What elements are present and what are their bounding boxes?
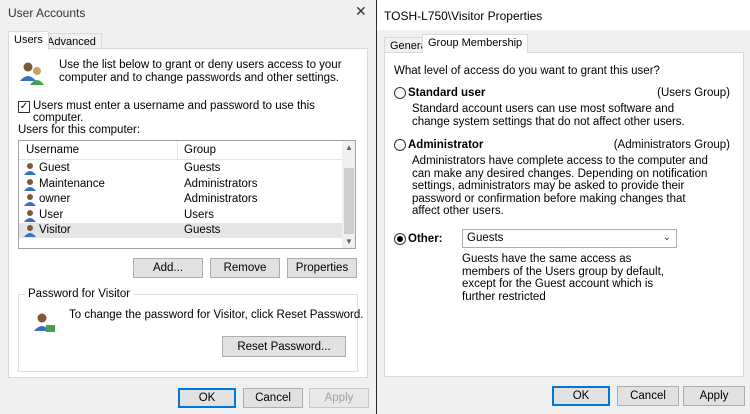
- password-group-label: Password for Visitor: [25, 288, 134, 300]
- scroll-down-icon[interactable]: ▼: [345, 237, 353, 246]
- row-group: Users: [184, 208, 215, 221]
- table-row[interactable]: Guest Guests: [19, 161, 342, 176]
- access-question: What level of access do you want to gran…: [394, 65, 660, 77]
- apply-button[interactable]: Apply: [683, 386, 745, 406]
- administrator-radio[interactable]: [394, 139, 406, 151]
- remove-button[interactable]: Remove: [210, 258, 280, 278]
- other-radio[interactable]: [394, 233, 406, 245]
- users-tab-panel: Use the list below to grant or deny user…: [8, 48, 368, 378]
- column-divider: [177, 141, 178, 160]
- must-login-label: Users must enter a username and password…: [33, 100, 315, 124]
- administrator-group: (Administrators Group): [613, 139, 730, 151]
- table-body: Guest Guests Maintenance Administrators owne…: [19, 161, 342, 248]
- must-login-checkbox[interactable]: ✓: [18, 101, 30, 113]
- user-icon: [24, 194, 36, 206]
- properties-button[interactable]: Properties: [287, 258, 357, 278]
- password-groupbox: [18, 294, 358, 372]
- password-text: To change the password for Visitor, clic…: [69, 309, 364, 321]
- tab-group-membership[interactable]: Group Membership: [422, 34, 529, 53]
- user-icon: [24, 163, 36, 175]
- user-icon: [24, 225, 36, 237]
- other-description: Guests have the same access as members o…: [462, 253, 664, 303]
- users-list-label: Users for this computer:: [18, 124, 141, 136]
- standard-user-radio[interactable]: [394, 87, 406, 99]
- group-membership-panel: What level of access do you want to gran…: [384, 52, 744, 377]
- administrator-label: Administrator: [408, 139, 484, 151]
- add-button[interactable]: Add...: [133, 258, 203, 278]
- user-key-icon: [34, 313, 55, 332]
- column-header-username[interactable]: Username: [26, 144, 79, 156]
- user-icon: [24, 178, 36, 191]
- vertical-scrollbar[interactable]: ▲ ▼: [342, 141, 355, 248]
- user-accounts-window: User Accounts ✕ Users Advanced Use the l…: [0, 0, 376, 414]
- close-icon[interactable]: ✕: [355, 3, 367, 20]
- users-group-icon: [20, 62, 44, 85]
- ok-button[interactable]: OK: [178, 388, 236, 408]
- standard-user-label: Standard user: [408, 87, 486, 99]
- other-label: Other:: [408, 233, 443, 245]
- reset-password-button[interactable]: Reset Password...: [222, 336, 346, 357]
- row-group: Administrators: [184, 193, 258, 205]
- column-header-group[interactable]: Group: [184, 144, 216, 156]
- apply-button[interactable]: Apply: [309, 388, 369, 408]
- visitor-properties-window: TOSH-L750\Visitor Properties General Gro…: [376, 0, 750, 414]
- table-header: Username Group: [19, 141, 342, 160]
- window-title: User Accounts: [8, 6, 86, 20]
- row-username: User: [39, 208, 64, 221]
- table-row[interactable]: User Users: [19, 208, 342, 223]
- standard-user-description: Standard account users can use most soft…: [412, 103, 685, 128]
- user-icon: [24, 209, 36, 222]
- row-username: Visitor: [39, 224, 71, 236]
- row-group: Guests: [184, 162, 221, 174]
- row-group: Administrators: [184, 177, 258, 190]
- cancel-button[interactable]: Cancel: [617, 386, 679, 406]
- users-table[interactable]: Username Group Guest Guests Maintenance Adm…: [18, 140, 356, 249]
- table-row[interactable]: Visitor Guests: [19, 223, 342, 238]
- tab-users[interactable]: Users: [8, 31, 49, 50]
- row-username: Guest: [39, 162, 70, 174]
- other-group-value: Guests: [467, 232, 504, 244]
- administrator-description: Administrators have complete access to t…: [412, 155, 708, 217]
- chevron-down-icon: ⌄: [662, 232, 671, 243]
- ok-button[interactable]: OK: [552, 386, 610, 406]
- scroll-thumb[interactable]: [344, 168, 354, 234]
- standard-user-group: (Users Group): [657, 87, 730, 99]
- row-username: Maintenance: [39, 177, 105, 190]
- intro-text: Use the list below to grant or deny user…: [59, 59, 342, 84]
- cancel-button[interactable]: Cancel: [243, 388, 303, 408]
- row-group: Guests: [184, 224, 221, 236]
- scroll-up-icon[interactable]: ▲: [345, 143, 353, 152]
- other-group-select[interactable]: Guests ⌄: [462, 229, 677, 248]
- row-username: owner: [39, 193, 71, 205]
- table-row[interactable]: Maintenance Administrators: [19, 177, 342, 192]
- window-title: TOSH-L750\Visitor Properties: [384, 9, 543, 23]
- table-row[interactable]: owner Administrators: [19, 192, 342, 207]
